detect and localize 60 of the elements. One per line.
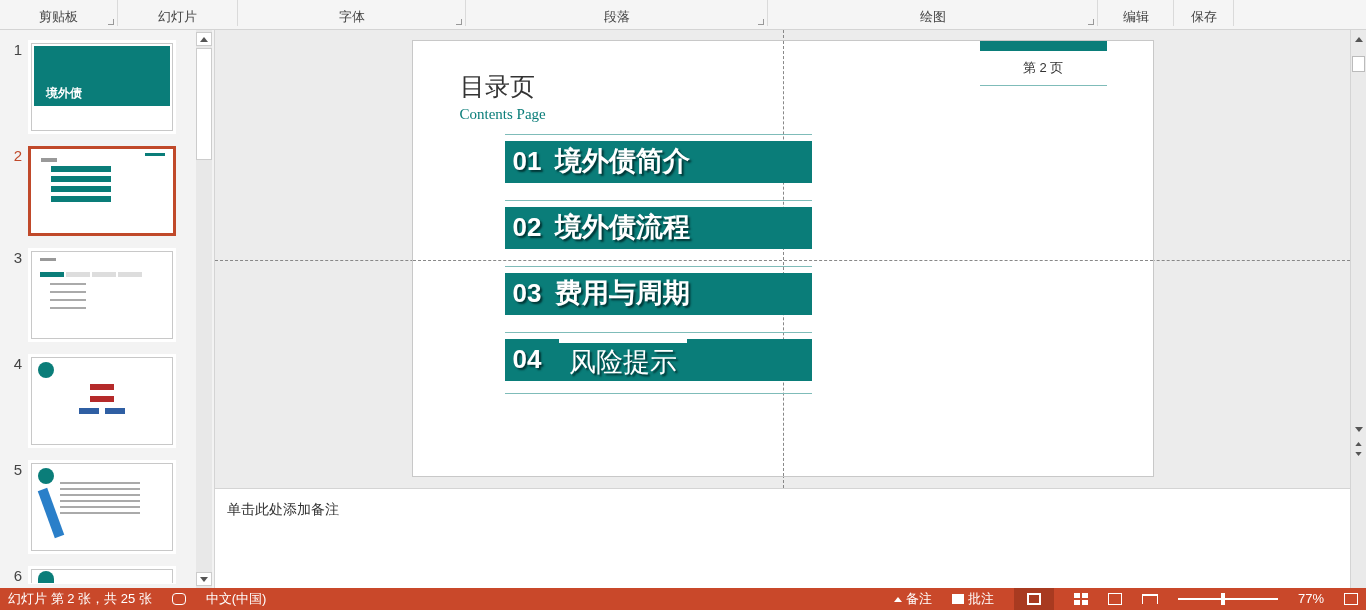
dialog-launcher-icon[interactable] (108, 19, 114, 25)
toc-title: 境外债简介 (554, 145, 690, 179)
ribbon-group-label: 绘图 (919, 7, 946, 26)
toc-title: 费用与周期 (554, 277, 690, 311)
toc-number: 02 (512, 211, 543, 244)
slide-thumbnail[interactable] (31, 357, 173, 445)
slide-number: 6 (12, 568, 22, 584)
toc-number: 01 (512, 145, 543, 178)
comments-button[interactable]: 批注 (951, 589, 994, 609)
slide-number: 4 (12, 356, 22, 374)
scrollbar[interactable] (196, 30, 212, 588)
dialog-launcher-icon[interactable] (758, 19, 764, 25)
zoom-level[interactable]: 77% (1297, 589, 1324, 609)
page-label: 第 2 页 (1022, 59, 1064, 78)
toc-title: 风险提示 (558, 338, 687, 381)
slide-number: 3 (12, 250, 22, 268)
notes-pane[interactable]: 单击此处添加备注 (215, 489, 1350, 588)
slide-count: 幻灯片 第 2 张，共 25 张 (8, 590, 152, 609)
zoom-slider-thumb[interactable] (1221, 593, 1226, 605)
notes-placeholder: 单击此处添加备注 (227, 501, 339, 517)
caret-icon (893, 596, 902, 602)
slide-subtitle: Contents Page (459, 105, 546, 124)
dialog-launcher-icon[interactable] (456, 19, 462, 25)
scroll-down-icon[interactable] (200, 576, 208, 582)
thumbnail-title: 境外债 (46, 85, 82, 102)
reading-view-icon[interactable] (1107, 593, 1122, 605)
ribbon-group-label: 保存 (1190, 7, 1217, 26)
slideshow-icon[interactable] (1141, 594, 1158, 604)
slide-number: 2 (12, 148, 22, 166)
previous-slide-icon[interactable] (1355, 442, 1362, 446)
normal-view-icon[interactable] (1013, 588, 1054, 610)
toc-title: 境外债流程 (554, 211, 690, 245)
slide-number: 1 (12, 42, 22, 60)
comment-icon (951, 594, 964, 604)
next-slide-icon[interactable] (1355, 452, 1362, 456)
toc-number: 04 (512, 343, 543, 376)
scroll-up-icon[interactable] (200, 36, 208, 42)
slide-sorter-icon[interactable] (1073, 593, 1088, 605)
scroll-thumb[interactable] (196, 48, 212, 160)
slide-thumbnail[interactable] (31, 251, 173, 339)
scroll-thumb[interactable] (1352, 56, 1365, 72)
ribbon-group-label: 编辑 (1122, 7, 1149, 26)
slide-title: 目录页 (459, 71, 536, 102)
slide-thumbnail[interactable] (31, 569, 173, 583)
scroll-up-icon[interactable] (1354, 36, 1363, 42)
spellcheck-icon[interactable] (171, 593, 186, 605)
fit-slide-icon[interactable] (1344, 593, 1358, 605)
scrollbar[interactable] (1350, 30, 1366, 588)
slide-number: 5 (12, 462, 22, 480)
scroll-down-icon[interactable] (1354, 426, 1363, 432)
toc-number: 03 (512, 277, 543, 310)
ribbon-group-label: 段落 (603, 7, 630, 26)
notes-button[interactable]: 备注 (893, 589, 932, 609)
slide-thumbnail[interactable]: 境外债 (31, 43, 173, 131)
language-status[interactable]: 中文(中国) (205, 589, 267, 609)
ribbon-group-label: 剪贴板 (39, 7, 78, 26)
slide-thumbnail[interactable] (31, 463, 173, 551)
ribbon-group-label: 幻灯片 (158, 7, 197, 26)
dialog-launcher-icon[interactable] (1088, 19, 1094, 25)
ribbon-group-label: 字体 (338, 7, 365, 26)
